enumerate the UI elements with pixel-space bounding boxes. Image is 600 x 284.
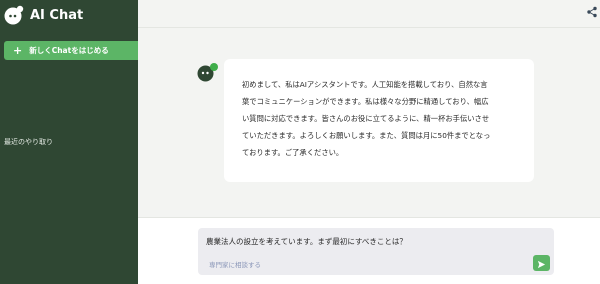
composer-area: 農業法人の設立を考えています。まず最初にすべきことは？ 専門家に相談する bbox=[138, 217, 600, 284]
consult-expert-hint[interactable]: 専門家に相談する bbox=[209, 259, 261, 269]
recent-history-label: 最近のやり取り bbox=[4, 138, 53, 146]
message-line: 葉でコミュニケーションができます。私は様々な分野に精通しており、幅広 bbox=[242, 97, 489, 106]
brand[interactable]: AI Chat bbox=[4, 4, 83, 26]
message-line: ております。ご了承ください。 bbox=[242, 148, 344, 157]
message-composer[interactable]: 農業法人の設立を考えています。まず最初にすべきことは？ 専門家に相談する bbox=[198, 228, 554, 275]
new-chat-label: 新しくChatをはじめる bbox=[29, 46, 109, 55]
message-input[interactable]: 農業法人の設立を考えています。まず最初にすべきことは？ bbox=[206, 236, 407, 247]
plus-icon: + bbox=[13, 44, 23, 57]
message-line: い質問に対応できます。皆さんのお役に立てるように、精一杯お手伝いさせ bbox=[242, 114, 490, 123]
sidebar: AI Chat + 新しくChatをはじめる 最近のやり取り bbox=[0, 0, 154, 284]
send-button[interactable] bbox=[533, 255, 550, 271]
share-icon[interactable] bbox=[586, 3, 598, 18]
message-line: ていただきます。よろしくお願いします。また、質問は月に50件までとなっ bbox=[242, 131, 491, 140]
main-panel: 初めまして、私はAIアシスタントです。人工知能を搭載しており、自然な言 葉でコミ… bbox=[138, 0, 600, 284]
app-title: AI Chat bbox=[30, 7, 84, 23]
new-chat-button[interactable]: + 新しくChatをはじめる bbox=[4, 41, 154, 60]
send-icon bbox=[537, 254, 546, 273]
mascot-logo-icon bbox=[4, 5, 24, 25]
message-line: 初めまして、私はAIアシスタントです。人工知能を搭載しており、自然な言 bbox=[242, 80, 488, 89]
top-bar bbox=[138, 0, 600, 28]
assistant-message-bubble: 初めまして、私はAIアシスタントです。人工知能を搭載しており、自然な言 葉でコミ… bbox=[224, 59, 534, 182]
mascot-avatar-icon bbox=[197, 62, 219, 82]
